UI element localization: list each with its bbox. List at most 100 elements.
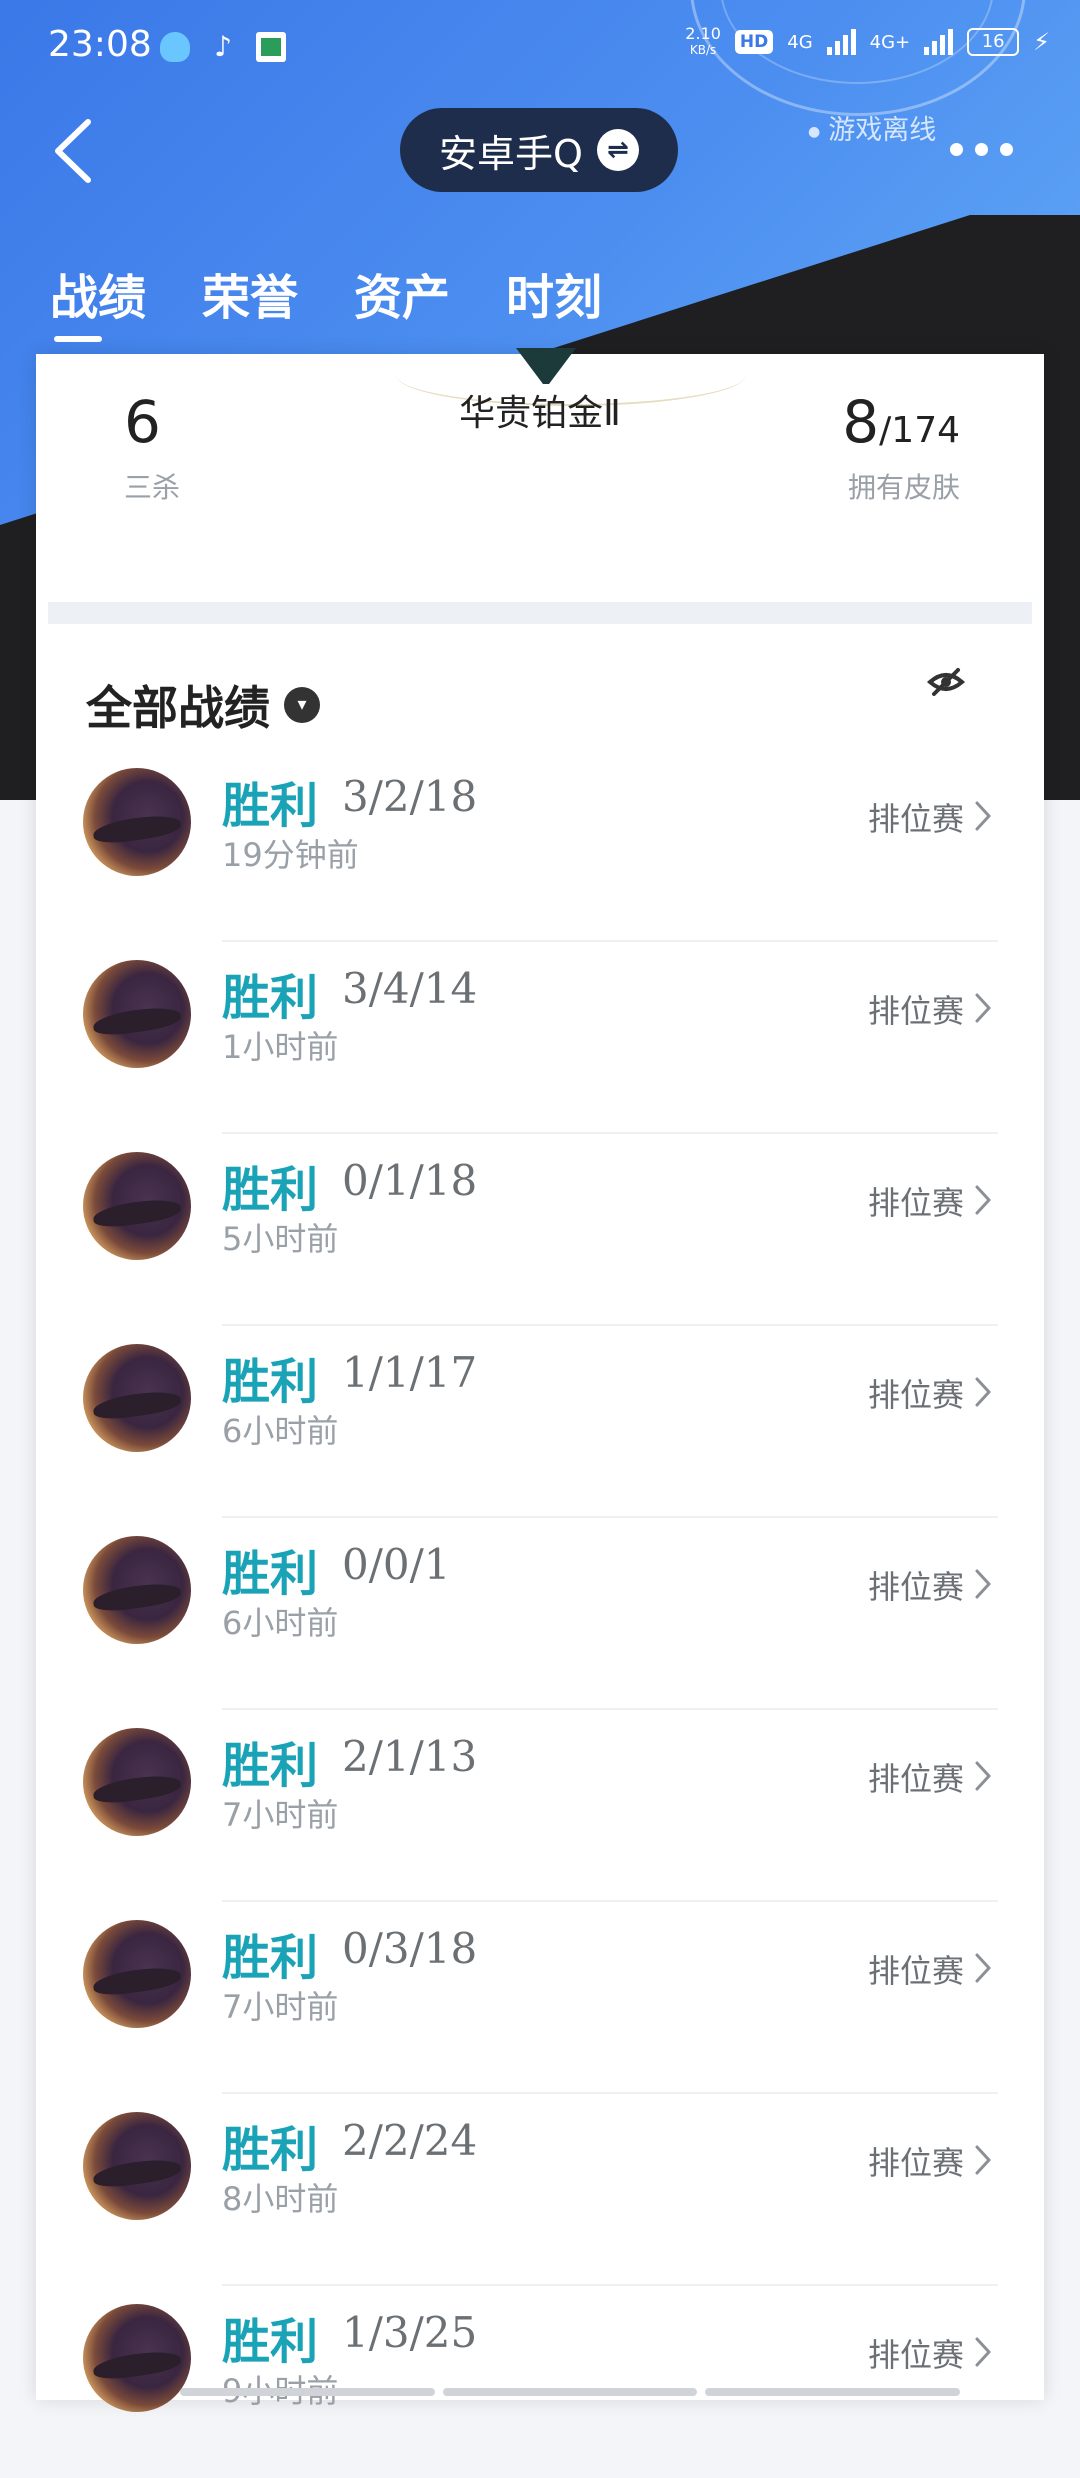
- section-title: 全部战绩: [86, 681, 270, 735]
- match-time: 6小时前: [222, 1604, 339, 1642]
- battery-icon: 16: [967, 28, 1020, 56]
- chevron-left-icon[interactable]: [50, 118, 98, 184]
- match-mode: 排位赛: [867, 800, 964, 838]
- hd-badge: HD: [734, 30, 774, 54]
- match-result: 胜利: [222, 1930, 319, 1986]
- tab-bar: 战绩 荣誉 资产 时刻: [50, 258, 658, 342]
- chevron-right-icon: [975, 1569, 991, 1599]
- match-result: 胜利: [222, 1546, 319, 1602]
- section-divider: [48, 602, 1032, 624]
- hero-avatar: [83, 1536, 191, 1644]
- match-result: 胜利: [222, 1738, 319, 1794]
- hero-avatar: [83, 960, 191, 1068]
- match-result: 胜利: [222, 778, 319, 834]
- hero-avatar: [83, 1152, 191, 1260]
- skins-label: 拥有皮肤: [847, 471, 960, 504]
- match-row[interactable]: 胜利 3/2/18 19分钟前 排位赛: [36, 750, 1044, 942]
- hero-avatar: [83, 1920, 191, 2028]
- match-kda: 2/1/13: [342, 1732, 478, 1781]
- tab-assets[interactable]: 资产: [354, 258, 450, 328]
- chevron-right-icon: [975, 1953, 991, 1983]
- match-mode: 排位赛: [867, 1568, 964, 1606]
- match-result: 胜利: [222, 1354, 319, 1410]
- status-bar: 23:08 ♪ 2.10 KB/s HD 4G 4G+ 16 ⚡: [0, 0, 1080, 100]
- network-speed: 2.10 KB/s: [685, 26, 721, 58]
- signal-icon: [826, 29, 856, 55]
- skins-count[interactable]: 8/174: [842, 388, 960, 456]
- match-mode: 排位赛: [867, 992, 964, 1030]
- chevron-right-icon: [975, 2145, 991, 2175]
- network-type-1: 4G: [787, 31, 813, 53]
- match-result: 胜利: [222, 2314, 319, 2370]
- triple-kill-label: 三杀: [124, 471, 181, 504]
- match-row[interactable]: 胜利 2/1/13 7小时前 排位赛: [36, 1710, 1044, 1902]
- more-icon[interactable]: [950, 143, 1013, 156]
- match-time: 5小时前: [222, 1220, 339, 1258]
- account-label: 安卓手Q: [439, 131, 583, 176]
- match-row[interactable]: 胜利 3/4/14 1小时前 排位赛: [36, 942, 1044, 1134]
- network-speed-value: 2.10: [685, 24, 721, 43]
- match-kda: 3/4/14: [342, 964, 478, 1013]
- match-result: 胜利: [222, 1162, 319, 1218]
- scroll-indicator: [180, 2388, 961, 2396]
- match-mode: 排位赛: [867, 1376, 964, 1414]
- battery-level: 16: [981, 31, 1005, 52]
- match-time: 6小时前: [222, 1412, 339, 1450]
- match-row[interactable]: 胜利 0/3/18 7小时前 排位赛: [36, 1902, 1044, 2094]
- match-mode: 排位赛: [867, 2336, 964, 2374]
- qq-icon: [160, 32, 190, 62]
- swap-icon: ⇌: [596, 129, 639, 171]
- match-kda: 0/0/1: [342, 1540, 451, 1589]
- match-kda: 2/2/24: [342, 2116, 478, 2165]
- flag-icon: [256, 32, 286, 62]
- network-speed-unit: KB/s: [689, 43, 717, 57]
- match-list: 胜利 3/2/18 19分钟前 排位赛 胜利 3/4/14 1小时前 排位赛 胜…: [36, 750, 1044, 2478]
- chevron-right-icon: [975, 1761, 991, 1791]
- match-row[interactable]: 胜利 2/2/24 8小时前 排位赛: [36, 2094, 1044, 2286]
- chevron-right-icon: [975, 1377, 991, 1407]
- game-status: 游戏离线: [808, 108, 936, 147]
- status-indicators: 2.10 KB/s HD 4G 4G+ 16 ⚡: [685, 26, 1050, 58]
- tab-moments[interactable]: 时刻: [506, 258, 602, 328]
- hd-label: HD: [739, 32, 769, 52]
- chevron-right-icon: [975, 2337, 991, 2367]
- chevron-right-icon: [975, 1185, 991, 1215]
- match-kda: 0/3/18: [342, 1924, 478, 1973]
- skins-owned: 8: [842, 388, 880, 456]
- match-row[interactable]: 胜利 1/1/17 6小时前 排位赛: [36, 1326, 1044, 1518]
- chevron-right-icon: [975, 993, 991, 1023]
- match-kda: 1/1/17: [342, 1348, 478, 1397]
- match-time: 19分钟前: [222, 836, 359, 874]
- match-mode: 排位赛: [867, 1760, 964, 1798]
- match-row[interactable]: 胜利 0/0/1 6小时前 排位赛: [36, 1518, 1044, 1710]
- match-filter-button[interactable]: 全部战绩 ▾: [86, 672, 320, 738]
- status-time: 23:08: [48, 24, 152, 65]
- status-app-icons: ♪: [160, 32, 286, 62]
- skins-total: /174: [879, 410, 960, 451]
- tab-record[interactable]: 战绩: [50, 258, 146, 342]
- match-result: 胜利: [222, 970, 319, 1026]
- match-kda: 1/3/25: [342, 2308, 478, 2357]
- eye-hidden-icon[interactable]: [926, 662, 966, 702]
- hero-avatar: [83, 1344, 191, 1452]
- match-row[interactable]: 胜利 1/3/25 9小时前 排位赛: [36, 2286, 1044, 2478]
- match-time: 7小时前: [222, 1796, 339, 1834]
- match-row[interactable]: 胜利 0/1/18 5小时前 排位赛: [36, 1134, 1044, 1326]
- account-switch-button[interactable]: 安卓手Q ⇌: [400, 108, 678, 192]
- charging-icon: ⚡: [1033, 28, 1050, 56]
- hero-avatar: [83, 2112, 191, 2220]
- match-mode: 排位赛: [867, 2144, 964, 2182]
- hero-avatar: [83, 768, 191, 876]
- match-kda: 3/2/18: [342, 772, 478, 821]
- match-time: 1小时前: [222, 1028, 339, 1066]
- match-result: 胜利: [222, 2122, 319, 2178]
- hero-avatar: [83, 2304, 191, 2412]
- match-time: 8小时前: [222, 2180, 339, 2218]
- hero-avatar: [83, 1728, 191, 1836]
- match-mode: 排位赛: [867, 1184, 964, 1222]
- match-kda: 0/1/18: [342, 1156, 478, 1205]
- record-card: 6 三杀 华贵铂金Ⅱ 8/174 拥有皮肤 全部战绩 ▾ 胜利 3/2/18 1…: [36, 348, 1044, 2412]
- match-time: 7小时前: [222, 1988, 339, 2026]
- match-mode: 排位赛: [867, 1952, 964, 1990]
- tab-honor[interactable]: 荣誉: [202, 258, 298, 328]
